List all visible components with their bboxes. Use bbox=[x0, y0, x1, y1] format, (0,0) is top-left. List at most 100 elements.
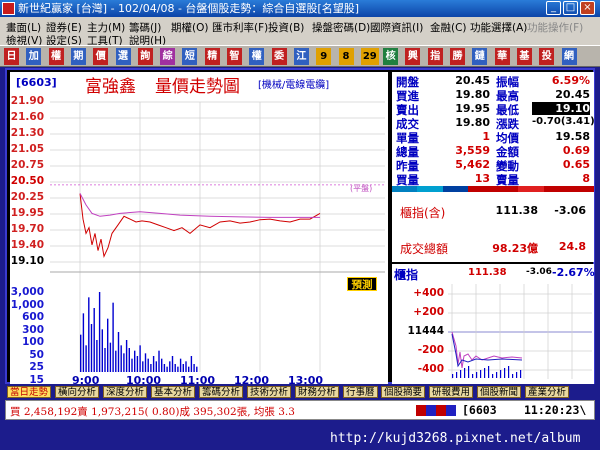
volume-bar bbox=[174, 364, 176, 372]
toolbar-button-24[interactable]: 投 bbox=[539, 48, 555, 65]
menu-item-7[interactable]: 操盤密碼(D) bbox=[312, 20, 370, 35]
volume-bar bbox=[150, 364, 152, 372]
tab-11[interactable]: 產業分析 bbox=[525, 386, 570, 398]
toolbar-button-0[interactable]: 日 bbox=[4, 48, 19, 65]
toolbar-button-12[interactable]: 委 bbox=[271, 48, 287, 65]
toolbar-button-8[interactable]: 短 bbox=[182, 48, 198, 65]
volume-bar bbox=[96, 340, 98, 372]
index-label: 櫃指(含) bbox=[400, 206, 446, 220]
toolbar-button-23[interactable]: 基 bbox=[516, 48, 532, 65]
volume-bar bbox=[123, 353, 125, 372]
toolbar-button-25[interactable]: 網 bbox=[561, 48, 577, 65]
toolbar-button-13[interactable]: 江 bbox=[293, 48, 309, 65]
maximize-button[interactable]: □ bbox=[563, 1, 578, 15]
toolbar-button-22[interactable]: 華 bbox=[494, 48, 510, 65]
menu-item-5[interactable]: 匯市利率(F) bbox=[212, 20, 268, 35]
volume-bar bbox=[179, 358, 182, 372]
tab-10[interactable]: 個股新聞 bbox=[477, 386, 522, 398]
index-volume-bar bbox=[492, 374, 494, 378]
volume-bar bbox=[134, 350, 136, 372]
tab-bar: 當日走勢 橫向分析 深度分析 基本分析 籌碼分析 技術分析 財務分析 行事曆 個股摘要 研報費用個… bbox=[5, 385, 595, 399]
toolbar-button-20[interactable]: 勝 bbox=[450, 48, 465, 65]
tab-2[interactable]: 深度分析 bbox=[103, 386, 148, 398]
close-button[interactable]: × bbox=[580, 1, 595, 15]
status-color-bar bbox=[416, 405, 456, 416]
predict-button[interactable]: 預測 bbox=[347, 277, 377, 291]
volume-bar bbox=[98, 292, 101, 372]
index-summary: 櫃指(含) 111.38 -3.06 成交總額 98.23億 24.8 bbox=[392, 192, 594, 262]
price-tick-label: 19.95 bbox=[10, 207, 44, 219]
volume-bar bbox=[80, 334, 82, 372]
quote-value: 20.45 bbox=[555, 88, 590, 101]
menu-item-8[interactable]: 國際資訊(I) bbox=[370, 20, 423, 35]
volume-bar bbox=[171, 356, 174, 372]
volume-bar bbox=[190, 356, 193, 372]
volume-bar bbox=[193, 364, 195, 372]
toolbar-button-2[interactable]: 權 bbox=[48, 48, 64, 65]
toolbar-button-17[interactable]: 核 bbox=[383, 48, 399, 65]
toolbar-button-15[interactable]: 8 bbox=[338, 48, 354, 65]
chart-mode[interactable]: [機械/電線電纜] bbox=[258, 76, 329, 91]
toolbar-button-18[interactable]: 興 bbox=[405, 48, 421, 65]
quote-value: 1 bbox=[482, 130, 490, 143]
menu-item-6[interactable]: 投資(B) bbox=[268, 20, 304, 35]
toolbar-button-3[interactable]: 期 bbox=[70, 48, 86, 65]
volume-bar bbox=[82, 313, 85, 372]
volume-bar bbox=[85, 345, 87, 372]
quote-value: 19.80 bbox=[455, 88, 490, 101]
volume-bar bbox=[109, 342, 112, 372]
quote-value: 6.59% bbox=[551, 74, 590, 87]
tab-5[interactable]: 技術分析 bbox=[247, 386, 292, 398]
toolbar-button-10[interactable]: 智 bbox=[227, 48, 242, 65]
tab-1[interactable]: 橫向分析 bbox=[55, 386, 100, 398]
toolbar-button-4[interactable]: 價 bbox=[93, 48, 109, 65]
quote-value: 0.69 bbox=[562, 144, 590, 157]
volume-bar bbox=[163, 364, 166, 372]
toolbar-button-11[interactable]: 權 bbox=[249, 48, 265, 65]
index-volume-bar bbox=[472, 374, 474, 378]
toolbar-button-19[interactable]: 指 bbox=[427, 48, 443, 65]
menu-item-9[interactable]: 金融(C) bbox=[430, 20, 467, 35]
volume-bar bbox=[155, 361, 157, 372]
toolbar-button-5[interactable]: 選 bbox=[115, 48, 131, 65]
volume-bar bbox=[115, 350, 117, 372]
quote-value: -0.70(3.41) bbox=[532, 116, 595, 127]
index-volume-bar bbox=[496, 372, 498, 378]
menu-item-10[interactable]: 功能選擇(A) bbox=[470, 20, 527, 35]
stock-code: [6603] bbox=[16, 76, 57, 89]
tab-7[interactable]: 行事曆 bbox=[343, 386, 378, 398]
volume-bar bbox=[177, 366, 179, 372]
volume-bar bbox=[142, 361, 144, 372]
toolbar-button-9[interactable]: 精 bbox=[204, 48, 220, 65]
toolbar-button-21[interactable]: 鏈 bbox=[472, 48, 488, 65]
menu-item-11[interactable]: 功能操作(F) bbox=[527, 20, 583, 35]
quote-value: 19.58 bbox=[555, 130, 590, 143]
status-code: [6603 bbox=[462, 403, 497, 417]
toolbar-button-14[interactable]: 9 bbox=[316, 48, 332, 65]
index-tick-label: 11444 bbox=[407, 325, 444, 337]
index-tick-label: +400 bbox=[413, 287, 444, 299]
tab-6[interactable]: 財務分析 bbox=[295, 386, 340, 398]
tab-9[interactable]: 研報費用 bbox=[429, 386, 474, 398]
minimize-button[interactable]: _ bbox=[546, 1, 561, 15]
quote-value: 5,462 bbox=[455, 158, 490, 171]
toolbar-button-6[interactable]: 詢 bbox=[137, 48, 153, 65]
index-tick-label: +200 bbox=[413, 306, 444, 318]
index-chart: 櫃指 111.38 -3.06 -2.67% +400 +200 11444 -200… bbox=[392, 264, 595, 384]
toolbar-button-16[interactable]: 29 bbox=[360, 48, 379, 65]
tab-4[interactable]: 籌碼分析 bbox=[199, 386, 244, 398]
tab-8[interactable]: 個股摘要 bbox=[381, 386, 426, 398]
status-text: 買 2,458,192賣 1,973,215( 0.80)成 395,302張,… bbox=[10, 406, 295, 418]
total-amount-label: 成交總額 bbox=[400, 242, 449, 256]
volume-bar bbox=[104, 348, 106, 372]
chart-canvas bbox=[50, 101, 385, 372]
total-amount-change: 24.8 bbox=[558, 240, 586, 253]
tab-0[interactable]: 當日走勢 bbox=[7, 386, 52, 398]
tab-3[interactable]: 基本分析 bbox=[151, 386, 196, 398]
toolbar-button-1[interactable]: 加 bbox=[26, 48, 42, 65]
total-amount-value: 98.23億 bbox=[492, 242, 538, 255]
toolbar-button-7[interactable]: 綜 bbox=[160, 48, 176, 65]
toolbar: 日加權期價選詢綜短精智權委江 9 8 29 核興指勝鏈華基投網 bbox=[0, 45, 600, 67]
menu-item-4[interactable]: 期權(O) bbox=[171, 20, 208, 35]
quote-value: 19.95 bbox=[455, 102, 490, 115]
